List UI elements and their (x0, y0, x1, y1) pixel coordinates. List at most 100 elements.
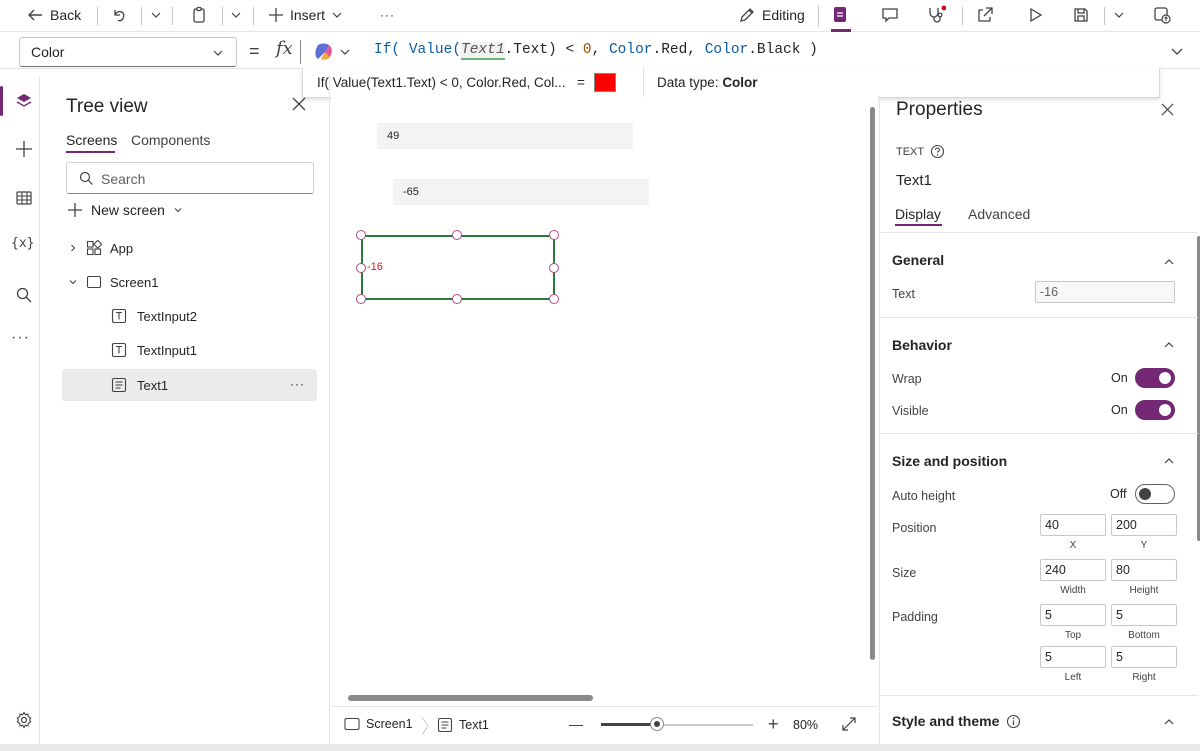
more-rail-icon[interactable]: ··· (11, 329, 30, 347)
divider (962, 7, 963, 25)
table-icon (15, 189, 33, 207)
text-property-input[interactable]: -16 (1035, 281, 1175, 303)
insert-rail-button[interactable] (15, 140, 33, 158)
stethoscope-icon (926, 5, 946, 25)
zoom-out-button[interactable] (569, 725, 583, 726)
resize-handle[interactable] (549, 263, 559, 273)
formula-number: 0 (582, 42, 592, 58)
tree-node-label: Screen1 (110, 274, 159, 290)
resize-handle[interactable] (356, 294, 366, 304)
resize-handle[interactable] (356, 230, 366, 240)
zoom-in-button[interactable]: + (768, 714, 779, 735)
new-screen-button[interactable]: New screen (67, 202, 183, 218)
tab-advanced[interactable]: Advanced (968, 206, 1030, 222)
publish-button[interactable] (1152, 0, 1172, 30)
save-button[interactable] (1072, 0, 1090, 30)
settings-rail-button[interactable] (15, 711, 33, 729)
property-dropdown[interactable]: Color (19, 37, 237, 67)
breadcrumb-screen1[interactable]: Screen1 (344, 717, 413, 731)
save-menu-button[interactable] (1113, 0, 1125, 30)
tab-display[interactable]: Display (895, 206, 941, 222)
plus-icon (67, 202, 83, 218)
tree-view-rail-button[interactable] (15, 92, 33, 110)
undo-button[interactable] (110, 0, 128, 30)
tree-node-textinput2[interactable]: TextInput2 (111, 308, 197, 324)
copilot-button[interactable] (313, 42, 351, 62)
padding-top-input[interactable]: 5 (1040, 604, 1106, 626)
formula-preview: If( Value(Text1.Text) < 0, Color.Red, Co… (317, 75, 566, 90)
tree-node-screen1[interactable]: Screen1 (68, 274, 158, 290)
autoheight-toggle[interactable] (1135, 484, 1175, 504)
tree-node-text1: Text1 (111, 377, 168, 393)
app-checker-button[interactable] (831, 0, 849, 30)
close-properties-button[interactable] (1160, 102, 1175, 117)
search-rail-button[interactable] (15, 286, 33, 304)
info-icon[interactable] (1006, 714, 1021, 729)
visible-toggle[interactable] (1135, 400, 1175, 420)
resize-handle[interactable] (452, 294, 462, 304)
resize-handle[interactable] (356, 263, 366, 273)
zoom-level[interactable]: 80% (793, 718, 818, 732)
formula-editor[interactable]: If( Value(Text1.Text) < 0, Color.Red, Co… (374, 42, 818, 60)
resize-handle[interactable] (549, 294, 559, 304)
padding-bottom-input[interactable]: 5 (1111, 604, 1177, 626)
collapse-style-button[interactable] (1163, 716, 1175, 728)
undo-menu-button[interactable] (150, 0, 162, 30)
formula-enum: Color (608, 42, 653, 58)
paste-button[interactable] (190, 0, 208, 30)
data-rail-button[interactable] (15, 189, 33, 207)
tree-node-app[interactable]: App (68, 240, 133, 256)
screen-icon (86, 274, 102, 290)
textinput1-control[interactable]: -65 (393, 179, 649, 205)
resize-handle[interactable] (452, 230, 462, 240)
expand-formula-button[interactable] (1170, 45, 1184, 59)
breadcrumb-text1[interactable]: Text1 (437, 717, 489, 733)
search-input[interactable]: Search (66, 162, 314, 194)
paste-menu-button[interactable] (230, 0, 242, 30)
height-input[interactable]: 80 (1111, 559, 1177, 581)
active-indicator (831, 29, 851, 32)
close-icon (291, 96, 307, 112)
vertical-scrollbar[interactable] (870, 107, 875, 660)
collapse-size-button[interactable] (1163, 455, 1175, 467)
formula-text: .Text) < (504, 42, 583, 58)
resize-handle[interactable] (549, 230, 559, 240)
height-caption: Height (1129, 585, 1159, 596)
back-button[interactable]: Back (26, 0, 81, 30)
tree-node-text1-selected[interactable]: Text1 ··· (62, 369, 317, 401)
more-commands-button[interactable]: ··· (380, 0, 395, 30)
padding-left-input[interactable]: 5 (1040, 646, 1106, 668)
tree-node-textinput1[interactable]: TextInput1 (111, 342, 197, 358)
fit-to-window-button[interactable] (841, 716, 857, 732)
node-more-button[interactable]: ··· (290, 377, 305, 391)
zoom-slider-thumb[interactable] (650, 717, 664, 731)
textinput2-control[interactable]: 49 (377, 123, 633, 149)
variables-icon[interactable]: {x} (11, 236, 34, 251)
equals-sign: = (249, 41, 260, 61)
position-x-input[interactable]: 40 (1040, 514, 1106, 536)
insert-button[interactable]: Insert (268, 0, 343, 30)
formula-paren: ( (452, 42, 462, 58)
editing-mode-button[interactable]: Editing (738, 0, 805, 30)
help-icon[interactable] (930, 144, 945, 159)
horizontal-scrollbar[interactable] (348, 695, 593, 701)
share-button[interactable] (976, 0, 994, 30)
padding-right-input[interactable]: 5 (1111, 646, 1177, 668)
preview-button[interactable] (1026, 0, 1044, 30)
comments-button[interactable] (881, 0, 899, 30)
chevron-down-icon (1113, 9, 1125, 21)
position-y-input[interactable]: 200 (1111, 514, 1177, 536)
tab-components[interactable]: Components (131, 132, 210, 148)
health-button[interactable] (926, 0, 946, 30)
formula-result-popup: If( Value(Text1.Text) < 0, Color.Red, Co… (302, 68, 1160, 98)
close-tree-button[interactable] (291, 96, 307, 112)
tab-screens[interactable]: Screens (66, 132, 117, 148)
collapse-general-button[interactable] (1163, 256, 1175, 268)
top-toolbar: Back Insert ··· Editing (0, 0, 1200, 32)
width-input[interactable]: 240 (1040, 559, 1106, 581)
chevron-down-icon (68, 277, 78, 287)
text1-control[interactable]: -16 (361, 235, 555, 300)
chevron-down-icon (331, 9, 343, 21)
wrap-toggle[interactable] (1135, 368, 1175, 388)
collapse-behavior-button[interactable] (1163, 339, 1175, 351)
